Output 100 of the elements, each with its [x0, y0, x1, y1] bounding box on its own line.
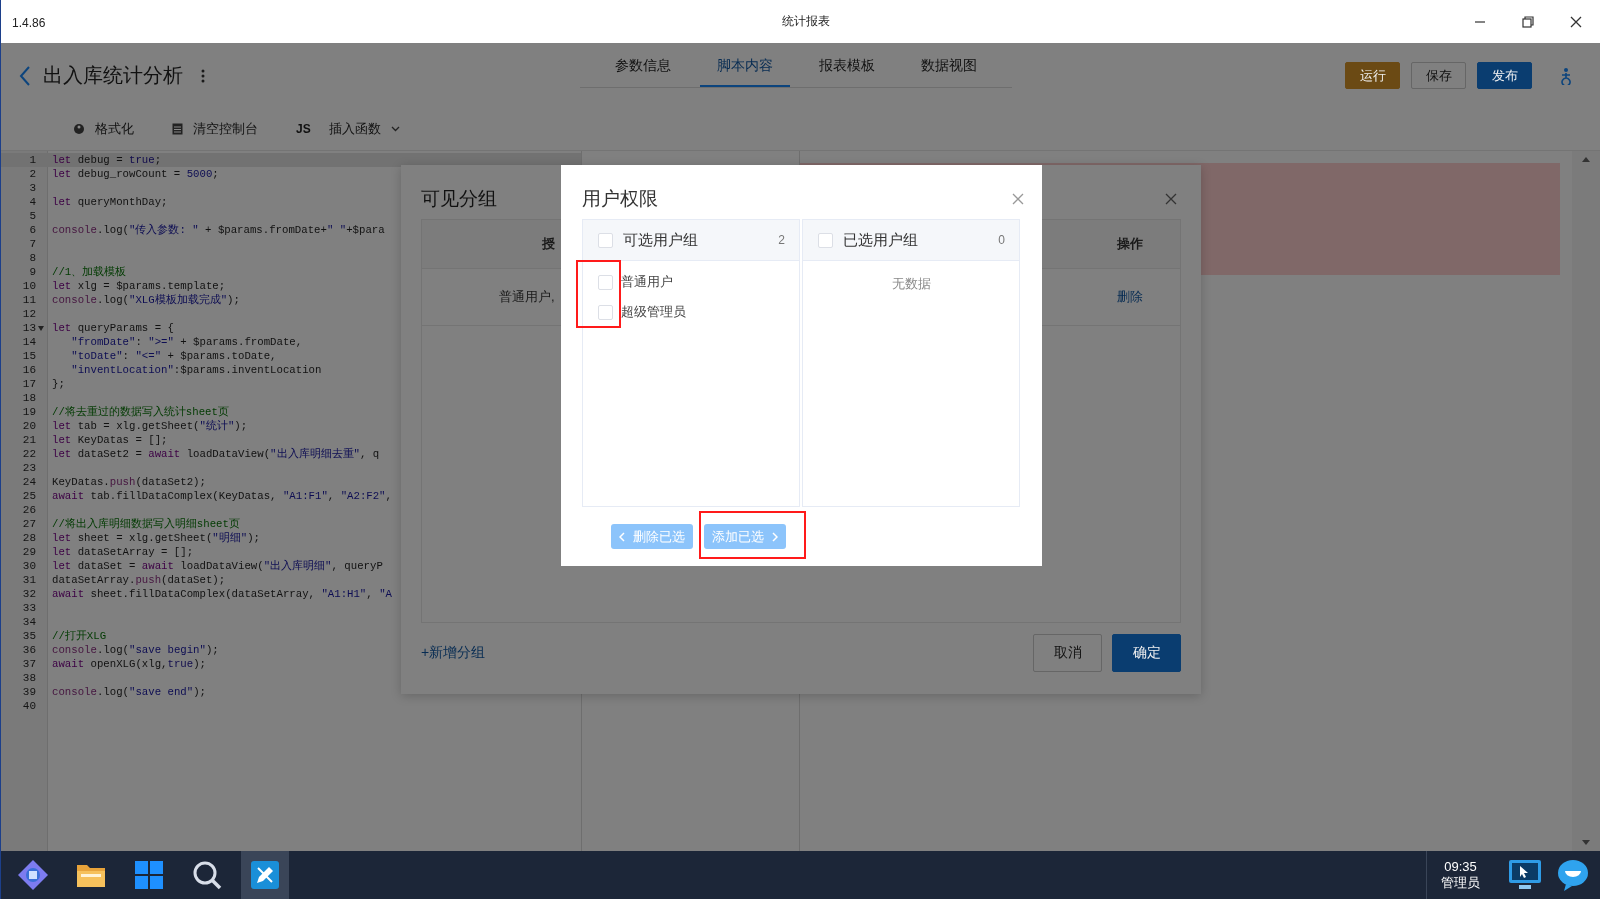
publish-button[interactable]: 发布 [1477, 62, 1532, 89]
line-number: 39 [22, 686, 36, 698]
code-line: let tab = xlg.getSheet("统计"); [52, 420, 248, 432]
windows-icon [134, 860, 164, 890]
confirm-button[interactable]: 确定 [1112, 634, 1181, 672]
toolbar-button[interactable]: 插入函数 [328, 120, 381, 138]
chat-bubble-icon[interactable] [1556, 858, 1590, 892]
line-number: 30 [22, 560, 36, 572]
scroll-up-icon[interactable] [1582, 157, 1590, 162]
list-item[interactable]: 普通用户 [621, 273, 673, 291]
line-number: 22 [22, 448, 36, 460]
line-number: 13 [22, 322, 36, 334]
item-count: 0 [998, 233, 1005, 247]
caret-icon[interactable] [390, 126, 400, 132]
line-number: 5 [29, 210, 36, 222]
dialog-title: 用户权限 [582, 187, 658, 211]
cancel-button[interactable]: 取消 [1033, 634, 1102, 672]
code-line: }; [52, 378, 65, 390]
code-line: let dataSet2 = await loadDataView("出入库明细去重", q [52, 448, 380, 460]
restore-icon[interactable] [1522, 15, 1534, 28]
scrollbar[interactable] [1572, 151, 1600, 851]
document-icon [172, 123, 183, 135]
toolbar-button[interactable]: 格式化 [95, 120, 134, 138]
user-name: 管理员 [1441, 873, 1480, 892]
checkbox[interactable] [818, 232, 833, 248]
panel-title: 已选用户组 [843, 230, 919, 250]
line-number: 23 [22, 462, 36, 474]
line-number: 14 [22, 336, 36, 348]
more-icon[interactable] [201, 68, 205, 83]
column-header: 授 [542, 236, 555, 251]
line-number: 34 [22, 616, 36, 628]
code-line: "toDate": "<=" + $params.toDate, [70, 350, 277, 362]
code-line: let sheet = xlg.getSheet("明细"); [52, 532, 260, 544]
code-line: let KeyDatas = []; [52, 434, 168, 446]
search-icon [192, 860, 222, 890]
tab[interactable]: 报表模板 [801, 57, 892, 87]
checkbox[interactable] [598, 304, 613, 320]
line-number: 11 [22, 294, 36, 306]
chevron-left-icon [619, 531, 625, 542]
monitor-icon[interactable] [1508, 859, 1542, 891]
line-number: 2 [29, 168, 36, 180]
code-line: dataSetArray.push(dataSet); [52, 574, 226, 586]
taskbar-app[interactable] [241, 851, 289, 899]
line-number: 25 [22, 490, 36, 502]
code-line: let queryMonthDay; [52, 196, 168, 208]
delete-link[interactable]: 删除 [1117, 288, 1143, 306]
scroll-down-icon[interactable] [1582, 840, 1590, 845]
checkbox[interactable] [598, 274, 613, 290]
empty-text: 无数据 [891, 276, 931, 291]
code-line: await sheet.fillDataComplex(dataSetArray, "A1:H1", "A [52, 588, 392, 600]
line-number: 1 [29, 154, 36, 166]
code-line: let dataSetArray = []; [52, 546, 194, 558]
accessibility-icon[interactable] [1560, 66, 1572, 85]
line-number: 20 [22, 420, 36, 432]
list-item[interactable]: 超级管理员 [621, 303, 686, 321]
code-line: let debug_rowCount = 5000; [52, 168, 219, 180]
save-button[interactable]: 保存 [1411, 62, 1466, 89]
code-line: "inventLocation":$params.inventLocation [70, 364, 322, 376]
fold-icon[interactable] [38, 326, 44, 331]
line-number: 19 [22, 406, 36, 418]
code-line: KeyDatas.push(dataSet2); [52, 476, 206, 488]
code-line: console.log("save end"); [52, 686, 206, 698]
line-number: 18 [22, 392, 36, 404]
item-count: 2 [778, 233, 785, 247]
clock-time: 09:35 [1444, 858, 1477, 874]
line-number: 12 [22, 308, 36, 320]
line-number: 10 [22, 280, 36, 292]
window-title: 统计报表 [782, 13, 830, 30]
highlight-frame [576, 260, 621, 328]
line-number: 7 [29, 238, 36, 250]
code-line: let debug = true; [52, 154, 162, 166]
back-icon[interactable] [19, 65, 31, 86]
run-button[interactable]: 运行 [1345, 62, 1400, 89]
table-cell: 普通用户, [499, 289, 555, 304]
code-line: //打开XLG [52, 630, 107, 642]
checkbox[interactable] [598, 232, 613, 248]
toolbar-button[interactable]: 清空控制台 [193, 120, 258, 138]
folder-icon [76, 862, 106, 888]
line-number: 8 [29, 252, 36, 264]
line-number: 6 [29, 224, 36, 236]
line-number: 4 [29, 196, 36, 208]
add-group-link[interactable]: +新增分组 [421, 644, 486, 662]
line-number: 37 [22, 658, 36, 670]
dialog-title: 可见分组 [421, 187, 497, 211]
code-line: await openXLG(xlg,true); [52, 658, 206, 670]
code-line: await tab.fillDataComplex(KeyDatas, "A1:F1", "A2:F2", [52, 490, 392, 502]
line-number: 31 [22, 574, 36, 586]
code-line: console.log("XLG模板加载完成"); [52, 294, 240, 306]
code-line: //将出入库明细数据写入明细sheet页 [52, 518, 240, 530]
tab[interactable]: 数据视图 [903, 57, 994, 87]
line-number: 16 [22, 364, 36, 376]
js-label: JS [296, 122, 311, 136]
tab[interactable]: 脚本内容 [699, 57, 790, 87]
line-number: 40 [22, 700, 36, 712]
line-number: 27 [22, 518, 36, 530]
tab[interactable]: 参数信息 [597, 57, 688, 87]
close-icon[interactable] [1570, 15, 1582, 28]
code-line: let xlg = $params.template; [52, 280, 226, 292]
version-label: 1.4.86 [12, 15, 46, 30]
chevron-right-icon [772, 531, 778, 542]
